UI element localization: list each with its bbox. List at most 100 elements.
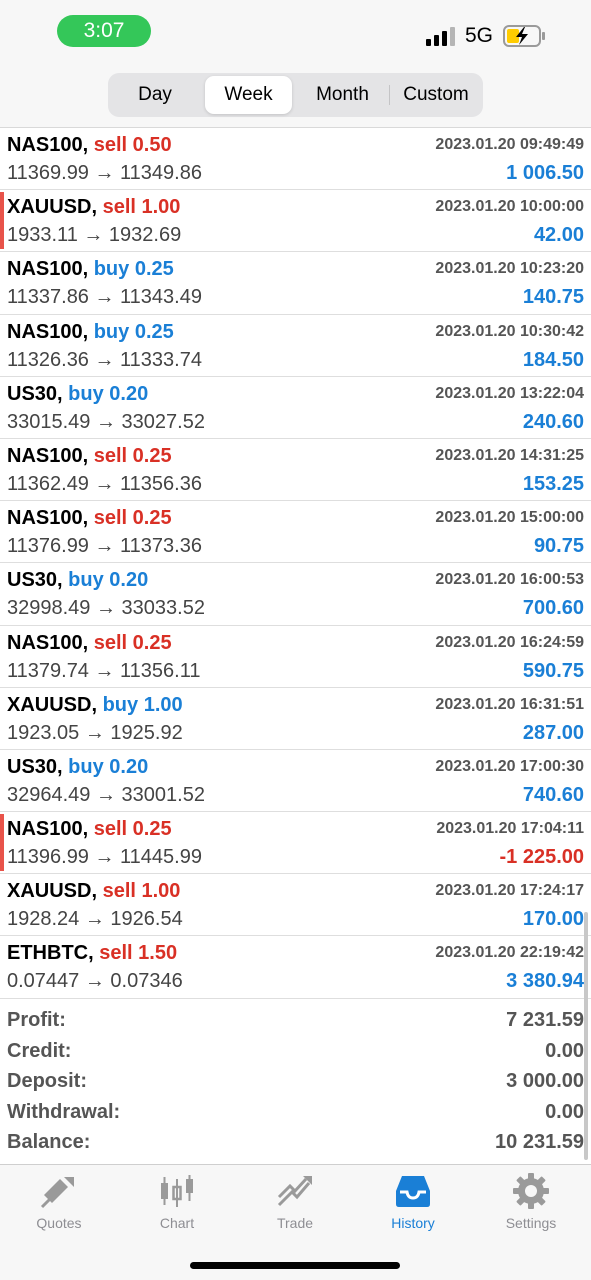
tab-chart[interactable]: Chart: [127, 1173, 227, 1237]
deal-title: NAS100, sell 0.25: [7, 443, 172, 469]
deal-title: NAS100, sell 0.25: [7, 816, 172, 842]
deal-row[interactable]: US30, buy 0.20 2023.01.20 16:00:53 32998.4…: [0, 563, 591, 626]
deal-prices: 11326.36 → 11333.74: [7, 348, 202, 371]
deal-row[interactable]: ETHBTC, sell 1.50 2023.01.20 22:19:42 0.07…: [0, 936, 591, 999]
deal-prices: 1923.05 → 1925.92: [7, 721, 183, 744]
deal-row[interactable]: NAS100, sell 0.25 2023.01.20 14:31:25 1136…: [0, 439, 591, 502]
summary-value: 7 231.59: [506, 1009, 584, 1031]
home-indicator: [190, 1262, 400, 1269]
summary-label: Deposit:: [7, 1070, 87, 1092]
summary-row: Withdrawal: 0.00: [0, 1098, 591, 1129]
summary-row: Balance: 10 231.59: [0, 1128, 591, 1159]
deal-profit: 140.75: [522, 286, 584, 309]
deal-title: US30, buy 0.20: [7, 754, 148, 780]
deal-time: 2023.01.20 14:31:25: [435, 446, 584, 464]
period-header: Day Week Month Custom: [0, 62, 591, 128]
history-icon: [396, 1176, 430, 1207]
segment-divider: [389, 85, 390, 105]
tab-history-label: History: [391, 1215, 435, 1231]
tab-quotes-label: Quotes: [36, 1215, 82, 1231]
deal-time: 2023.01.20 13:22:04: [435, 384, 584, 402]
deal-profit: 700.60: [522, 597, 584, 620]
deal-title: NAS100, sell 0.25: [7, 630, 172, 656]
deal-symbol: US30,: [7, 382, 63, 405]
deal-time: 2023.01.20 10:23:20: [435, 260, 584, 278]
deal-title: NAS100, buy 0.25: [7, 256, 174, 282]
deal-time: 2023.01.20 17:00:30: [435, 757, 584, 775]
deal-row[interactable]: US30, buy 0.20 2023.01.20 13:22:04 33015.4…: [0, 377, 591, 439]
deal-time: 2023.01.20 10:00:00: [435, 198, 584, 216]
deal-prices: 11379.74 → 11356.11: [7, 659, 201, 682]
deal-title: US30, buy 0.20: [7, 567, 148, 593]
scrollbar[interactable]: [584, 912, 588, 1160]
summary-value: 3 000.00: [506, 1070, 584, 1092]
summary-label: Profit:: [7, 1009, 66, 1031]
segment-week[interactable]: Week: [205, 76, 292, 114]
deal-action: buy 0.20: [68, 569, 149, 592]
deal-symbol: XAUUSD,: [7, 196, 98, 219]
deal-prices: 11369.99 → 11349.86: [7, 162, 202, 184]
deal-prices: 11337.86 → 11343.49: [7, 286, 202, 309]
deal-row[interactable]: XAUUSD, buy 1.00 2023.01.20 16:31:51 1923.…: [0, 688, 591, 750]
segment-month[interactable]: Month: [299, 76, 386, 114]
signal-icon: [426, 26, 456, 46]
deal-row[interactable]: XAUUSD, sell 1.00 2023.01.20 10:00:00 1933…: [0, 190, 591, 253]
trade-icon: [277, 1176, 312, 1207]
tab-trade[interactable]: Trade: [245, 1173, 345, 1237]
summary-value: 0.00: [545, 1039, 584, 1062]
segment-day[interactable]: Day: [112, 76, 198, 114]
deal-row[interactable]: NAS100, sell 0.50 2023.01.20 09:49:49 1136…: [0, 128, 591, 191]
deal-row[interactable]: NAS100, buy 0.25 2023.01.20 10:23:20 11337…: [0, 252, 591, 315]
deal-prices: 0.07447 → 0.07346: [7, 970, 183, 993]
summary-value: 10 231.59: [495, 1131, 584, 1153]
deal-row[interactable]: NAS100, sell 0.25 2023.01.20 17:04:11 1139…: [0, 812, 591, 875]
tab-quotes[interactable]: Quotes: [9, 1173, 109, 1237]
deal-action: sell 0.50: [93, 134, 172, 156]
deal-prices: 1933.11 → 1932.69: [7, 224, 182, 247]
deal-row[interactable]: XAUUSD, sell 1.00 2023.01.20 17:24:17 1928…: [0, 874, 591, 937]
deal-row[interactable]: NAS100, buy 0.25 2023.01.20 10:30:42 11326…: [0, 315, 591, 377]
deal-profit: 740.60: [522, 783, 584, 806]
deal-title: NAS100, sell 0.25: [7, 505, 172, 531]
gear-icon: [513, 1173, 549, 1209]
deal-symbol: US30,: [7, 755, 63, 778]
chart-icon: [161, 1175, 193, 1207]
deal-action: buy 0.25: [93, 320, 174, 343]
deal-time: 2023.01.20 17:04:11: [436, 820, 584, 838]
deal-prices: 11376.99 → 11373.36: [7, 535, 202, 558]
tab-history[interactable]: History: [363, 1173, 463, 1237]
deal-profit: 184.50: [522, 348, 584, 371]
deal-symbol: NAS100,: [7, 258, 89, 281]
battery-charging-icon: [503, 25, 545, 47]
summary-label: Balance:: [7, 1131, 91, 1153]
deal-action: sell 1.00: [102, 196, 181, 219]
deal-symbol: NAS100,: [7, 631, 89, 654]
summary-value: 0.00: [545, 1100, 584, 1123]
summary-row: Deposit: 3 000.00: [0, 1067, 591, 1098]
deal-symbol: NAS100,: [7, 320, 89, 343]
summary-label: Credit:: [7, 1039, 72, 1062]
segment-custom[interactable]: Custom: [392, 76, 480, 114]
summary-row: Profit: 7 231.59: [0, 1006, 591, 1037]
deal-time: 2023.01.20 17:24:17: [435, 882, 584, 900]
deal-profit: 90.75: [533, 535, 584, 558]
deal-time: 2023.01.20 16:31:51: [435, 695, 584, 713]
summary-label: Withdrawal:: [7, 1100, 121, 1123]
deal-action: buy 1.00: [102, 693, 183, 716]
deal-row[interactable]: NAS100, sell 0.25 2023.01.20 15:00:00 1137…: [0, 501, 591, 564]
network-type: 5G: [465, 24, 494, 47]
deal-title: ETHBTC, sell 1.50: [7, 940, 177, 966]
deal-title: XAUUSD, buy 1.00: [7, 692, 183, 718]
tab-settings[interactable]: Settings: [481, 1173, 581, 1237]
deal-title: NAS100, buy 0.25: [7, 319, 174, 345]
deal-prices: 11396.99 → 11445.99: [7, 846, 202, 869]
deal-row[interactable]: NAS100, sell 0.25 2023.01.20 16:24:59 1137…: [0, 626, 591, 688]
summary-row: Credit: 0.00: [0, 1037, 591, 1068]
deal-profit: 287.00: [522, 721, 584, 744]
deal-profit: 240.60: [522, 410, 584, 433]
deal-profit: 1 006.50: [506, 162, 584, 184]
tab-chart-label: Chart: [159, 1215, 195, 1231]
deal-row[interactable]: US30, buy 0.20 2023.01.20 17:00:30 32964.4…: [0, 750, 591, 813]
deal-action: sell 0.25: [93, 507, 172, 530]
deal-action: sell 0.25: [93, 631, 172, 654]
